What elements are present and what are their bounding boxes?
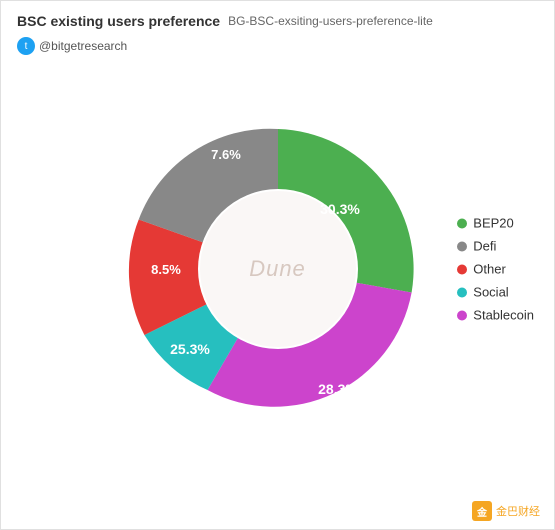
bottom-watermark: 金 金巴财经 — [472, 501, 540, 521]
label-bep20: 30.3% — [320, 201, 360, 217]
legend-dot-social — [457, 287, 467, 297]
chart-legend: BEP20 Defi Other Social Stablecoin — [457, 216, 534, 323]
legend-item-other: Other — [457, 262, 534, 277]
main-container: BSC existing users preference BG-BSC-exs… — [0, 0, 555, 530]
twitter-handle: @bitgetresearch — [39, 39, 127, 53]
label-defi: 7.6% — [211, 147, 241, 162]
watermark-icon: 金 — [472, 501, 492, 521]
twitter-badge: t @bitgetresearch — [17, 37, 127, 55]
legend-label-stablecoin: Stablecoin — [473, 308, 534, 323]
chart-subtitle: BG-BSC-exsiting-users-preference-lite — [228, 14, 433, 28]
label-other: 8.5% — [151, 262, 181, 277]
header: BSC existing users preference BG-BSC-exs… — [1, 1, 554, 59]
legend-dot-stablecoin — [457, 310, 467, 320]
legend-label-bep20: BEP20 — [473, 216, 513, 231]
legend-dot-other — [457, 264, 467, 274]
label-stablecoin: 28.3% — [318, 381, 358, 397]
legend-label-other: Other — [473, 262, 506, 277]
legend-label-defi: Defi — [473, 239, 496, 254]
legend-dot-defi — [457, 241, 467, 251]
legend-item-stablecoin: Stablecoin — [457, 308, 534, 323]
legend-item-defi: Defi — [457, 239, 534, 254]
legend-label-social: Social — [473, 285, 508, 300]
watermark-text: 金巴财经 — [496, 503, 540, 519]
donut-chart: 30.3% 28.3% 25.3% 8.5% 7.6% Dune — [108, 99, 448, 439]
legend-item-bep20: BEP20 — [457, 216, 534, 231]
chart-title: BSC existing users preference — [17, 13, 220, 29]
chart-area: 30.3% 28.3% 25.3% 8.5% 7.6% Dune BEP20 D… — [1, 59, 554, 479]
twitter-icon: t — [17, 37, 35, 55]
legend-dot-bep20 — [457, 218, 467, 228]
label-social: 25.3% — [170, 341, 210, 357]
donut-svg: 30.3% 28.3% 25.3% 8.5% 7.6% — [108, 99, 448, 439]
legend-item-social: Social — [457, 285, 534, 300]
